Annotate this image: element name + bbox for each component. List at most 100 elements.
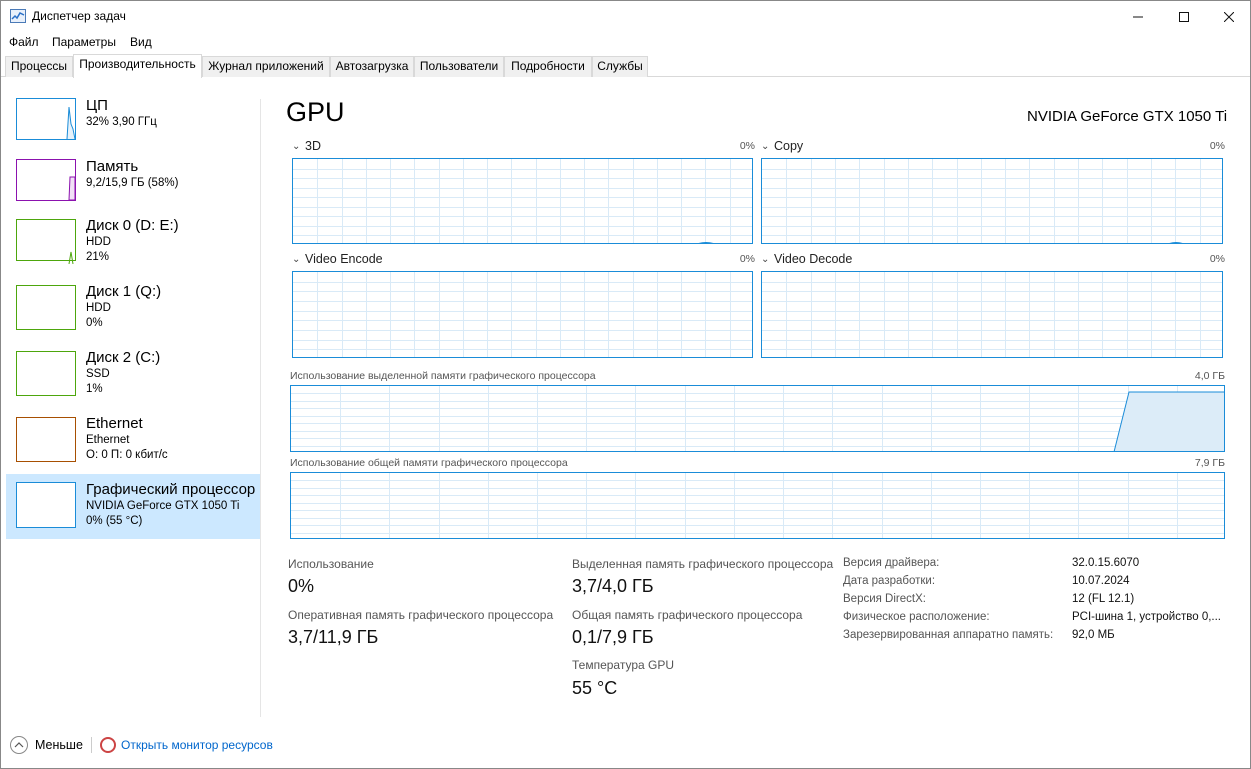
menu-view[interactable]: Вид <box>130 35 152 49</box>
menu-file[interactable]: Файл <box>9 35 39 49</box>
engine-video-encode-value: 0% <box>739 253 755 265</box>
sidebar-item-subtitle: HDD <box>86 302 111 314</box>
gpu-temperature-label: Температура GPU <box>572 658 675 672</box>
physical-location-value: PCI-шина 1, устройство 0,... <box>1072 611 1221 623</box>
title-bar: Диспетчер задач <box>1 1 1250 32</box>
footer-separator <box>91 737 92 753</box>
sidebar-item-subtitle: HDD <box>86 236 111 248</box>
ethernet-thumbnail-graph <box>16 417 76 462</box>
dedicated-memory-graph-max: 4,0 ГБ <box>1194 370 1225 382</box>
shared-memory-graph-label: Использование общей памяти графического … <box>290 457 568 469</box>
usage-value: 0% <box>288 576 315 596</box>
page-title: GPU <box>286 97 345 127</box>
chevron-down-icon[interactable]: ⌄ <box>292 141 300 152</box>
tab-bar: Процессы Производительность Журнал прило… <box>1 54 1250 78</box>
menu-options[interactable]: Параметры <box>52 35 116 49</box>
chevron-down-icon[interactable]: ⌄ <box>292 254 300 265</box>
task-manager-app-icon <box>10 9 26 23</box>
sidebar-item-disk-2[interactable]: Диск 2 (C:) SSD 1% <box>6 349 261 417</box>
disk-0-thumbnail-graph <box>16 219 76 264</box>
sidebar-divider <box>260 99 261 717</box>
usage-label: Использование <box>288 557 374 571</box>
engine-video-decode-value: 0% <box>1209 253 1225 265</box>
shared-memory-graph <box>290 472 1225 539</box>
engine-video-encode-graph <box>292 271 753 358</box>
menu-bar: Файл Параметры Вид <box>1 32 1250 52</box>
tab-details[interactable]: Подробности <box>504 56 592 77</box>
sidebar-item-title: Диск 1 (Q:) <box>86 283 162 300</box>
maximize-button[interactable] <box>1161 1 1207 32</box>
close-icon <box>1224 11 1234 22</box>
sidebar-item-disk-0[interactable]: Диск 0 (D: E:) HDD 21% <box>6 217 261 285</box>
task-manager-window: Диспетчер задач Файл Параметры Вид Проце… <box>0 0 1251 769</box>
driver-date-value: 10.07.2024 <box>1072 575 1130 587</box>
sidebar-item-title: Графический процессор <box>86 481 256 498</box>
engine-video-decode-graph <box>761 271 1223 358</box>
tab-processes[interactable]: Процессы <box>5 56 73 77</box>
sidebar-item-title: ЦП <box>86 97 108 114</box>
engine-video-decode-label[interactable]: Video Decode <box>774 252 852 266</box>
tab-app-history[interactable]: Журнал приложений <box>202 56 330 77</box>
chevron-down-icon[interactable]: ⌄ <box>761 141 769 152</box>
dedicated-memory-graph <box>290 385 1225 452</box>
gpu-ram-value: 3,7/11,9 ГБ <box>288 627 379 647</box>
sidebar-item-cpu[interactable]: ЦП 32% 3,90 ГГц <box>6 89 261 155</box>
gpu-thumbnail-graph <box>16 482 76 528</box>
sidebar-item-title: Диск 2 (C:) <box>86 349 161 366</box>
open-resource-monitor-link[interactable]: Открыть монитор ресурсов <box>121 738 273 752</box>
sidebar-item-disk-1[interactable]: Диск 1 (Q:) HDD 0% <box>6 283 261 351</box>
directx-version-value: 12 (FL 12.1) <box>1072 593 1135 605</box>
fewer-details-button[interactable]: Меньше <box>35 738 83 752</box>
engine-video-encode-label[interactable]: Video Encode <box>305 252 383 266</box>
shared-memory-label: Общая память графического процессора <box>572 608 803 622</box>
grid-lines <box>291 473 1224 538</box>
dedicated-memory-label: Выделенная память графического процессор… <box>572 557 834 571</box>
driver-version-label: Версия драйвера: <box>843 557 940 569</box>
engine-3d-label[interactable]: 3D <box>305 139 321 153</box>
physical-location-label: Физическое расположение: <box>843 611 990 623</box>
chevron-down-icon[interactable]: ⌄ <box>761 254 769 265</box>
resource-monitor-icon[interactable] <box>100 737 116 753</box>
sidebar-item-subtitle: SSD <box>86 368 110 380</box>
disk-2-thumbnail-graph <box>16 351 76 396</box>
chevron-up-icon[interactable] <box>10 736 28 754</box>
shared-memory-value: 0,1/7,9 ГБ <box>572 627 654 647</box>
shared-memory-graph-max: 7,9 ГБ <box>1194 457 1225 469</box>
cpu-thumbnail-graph <box>16 98 76 140</box>
gpu-device-name: NVIDIA GeForce GTX 1050 Ti <box>1027 108 1228 125</box>
sidebar-item-title: Ethernet <box>86 415 143 432</box>
gpu-ram-label: Оперативная память графического процессо… <box>288 608 554 622</box>
sidebar-item-value: 1% <box>86 383 103 395</box>
engine-copy-value: 0% <box>1209 140 1225 152</box>
sidebar-item-value: О: 0 П: 0 кбит/с <box>86 449 168 461</box>
memory-thumbnail-graph <box>16 159 76 201</box>
minimize-button[interactable] <box>1115 1 1161 32</box>
dedicated-memory-value: 3,7/4,0 ГБ <box>572 576 654 596</box>
reserved-memory-label: Зарезервированная аппаратно память: <box>843 629 1054 641</box>
tab-startup[interactable]: Автозагрузка <box>330 56 414 77</box>
sidebar-item-title: Память <box>86 158 139 175</box>
tab-users[interactable]: Пользователи <box>414 56 504 77</box>
disk-1-thumbnail-graph <box>16 285 76 330</box>
close-button[interactable] <box>1206 1 1251 32</box>
driver-date-label: Дата разработки: <box>843 575 936 587</box>
engine-copy-graph <box>761 158 1223 244</box>
sidebar-item-title: Диск 0 (D: E:) <box>86 217 179 234</box>
engine-3d-graph <box>292 158 753 244</box>
engine-3d-value: 0% <box>739 140 755 152</box>
sidebar-item-value: 0% <box>86 317 103 329</box>
grid-lines <box>293 272 752 357</box>
maximize-icon <box>1179 11 1189 22</box>
sidebar-item-subtitle: NVIDIA GeForce GTX 1050 Ti <box>86 500 240 512</box>
reserved-memory-value: 92,0 МБ <box>1072 629 1115 641</box>
sidebar-item-subtitle: 9,2/15,9 ГБ (58%) <box>86 177 179 189</box>
footer-bar: Меньше Открыть монитор ресурсов <box>1 731 1250 761</box>
minimize-icon <box>1133 16 1143 17</box>
tab-services[interactable]: Службы <box>592 56 648 77</box>
tab-performance[interactable]: Производительность <box>73 54 202 78</box>
grid-lines <box>762 272 1222 357</box>
sidebar-item-memory[interactable]: Память 9,2/15,9 ГБ (58%) <box>6 155 261 221</box>
sidebar-item-gpu[interactable]: Графический процессор NVIDIA GeForce GTX… <box>6 474 261 539</box>
sidebar-item-value: 0% (55 °C) <box>86 515 143 527</box>
engine-copy-label[interactable]: Copy <box>774 139 803 153</box>
